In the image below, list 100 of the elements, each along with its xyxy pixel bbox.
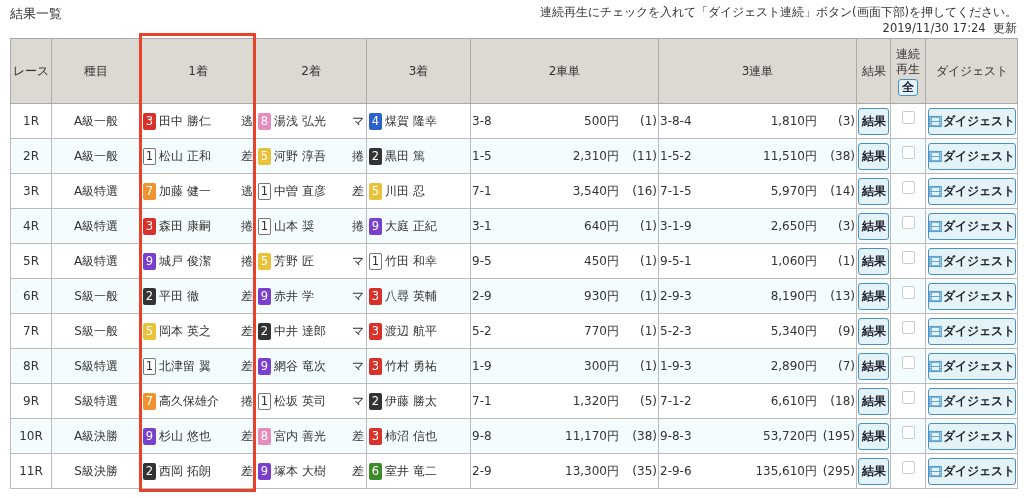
column-header: 種目 [51, 38, 141, 104]
checkbox[interactable] [901, 286, 915, 299]
event-cell: S級一般 [51, 278, 141, 314]
payout-text: 640円 [584, 217, 619, 235]
checkbox[interactable] [901, 426, 915, 439]
column-header: 2車単 [470, 38, 659, 104]
combination-text: 9-5 [472, 254, 493, 268]
bracket-badge: 1 [258, 392, 271, 410]
popularity-text: (18) [829, 394, 855, 408]
digest-button[interactable]: ダイジェスト [927, 317, 1016, 345]
bracket-badge: 9 [258, 287, 271, 305]
popularity-text: (5) [639, 394, 657, 408]
checkbox[interactable] [901, 321, 915, 334]
payout-text: 3,540円 [572, 182, 619, 200]
digest-button[interactable]: ダイジェスト [927, 107, 1016, 135]
result-button[interactable]: 結果 [858, 212, 889, 240]
event-cell: A級特選 [51, 208, 141, 244]
rider-name: 八尋 英輔 [385, 287, 438, 305]
checkbox[interactable] [901, 391, 915, 404]
checkbox[interactable] [901, 356, 915, 369]
bracket-badge: 9 [143, 427, 156, 445]
result-button[interactable]: 結果 [858, 352, 889, 380]
result-button[interactable]: 結果 [858, 387, 889, 415]
digest-button[interactable]: ダイジェスト [927, 387, 1016, 415]
payout-text: 1,320円 [572, 392, 619, 410]
popularity-text: (1) [837, 254, 855, 268]
bracket-badge: 4 [369, 112, 382, 130]
tactic-text: 差 [241, 287, 253, 305]
combination-text: 2-9-6 [660, 464, 693, 478]
checkbox[interactable] [901, 251, 915, 264]
bracket-badge: 1 [258, 182, 271, 200]
digest-button[interactable]: ダイジェスト [927, 282, 1016, 310]
column-header: 2着 [255, 38, 367, 104]
digest-button[interactable]: ダイジェスト [927, 177, 1016, 205]
tactic-text: マ [352, 112, 364, 130]
combination-text: 2-9-3 [660, 289, 693, 303]
digest-button[interactable]: ダイジェスト [927, 142, 1016, 170]
digest-button[interactable]: ダイジェスト [927, 247, 1016, 275]
instruction-text: 連続再生にチェックを入れて「ダイジェスト連続」ボタン(画面下部)を押してください。 [540, 4, 1017, 20]
column-header: 結果 [856, 38, 891, 104]
digest-button[interactable]: ダイジェスト [927, 422, 1016, 450]
tactic-text: マ [352, 357, 364, 375]
result-button[interactable]: 結果 [858, 107, 889, 135]
result-button[interactable]: 結果 [858, 247, 889, 275]
film-icon [928, 149, 942, 163]
payout-text: 5,340円 [770, 322, 817, 340]
column-header: ダイジェスト [925, 38, 1018, 104]
popularity-text: (1) [639, 254, 657, 268]
bracket-badge: 7 [143, 182, 156, 200]
combination-text: 3-8-4 [660, 114, 693, 128]
digest-button[interactable]: ダイジェスト [927, 212, 1016, 240]
popularity-text: (38) [631, 429, 657, 443]
combination-text: 5-2-3 [660, 324, 693, 338]
result-button[interactable]: 結果 [858, 317, 889, 345]
combination-text: 1-5-2 [660, 149, 693, 163]
result-button[interactable]: 結果 [858, 457, 889, 485]
race-cell: 7R [10, 313, 52, 349]
race-cell: 2R [10, 138, 52, 174]
rider-name: 杉山 悠也 [159, 427, 212, 445]
payout-text: 930円 [584, 287, 619, 305]
result-button[interactable]: 結果 [858, 422, 889, 450]
bracket-badge: 1 [369, 252, 382, 270]
checkbox[interactable] [901, 216, 915, 229]
bracket-badge: 8 [258, 112, 271, 130]
digest-button[interactable]: ダイジェスト [927, 457, 1016, 485]
bracket-badge: 1 [143, 147, 156, 165]
bracket-badge: 2 [258, 322, 271, 340]
result-button[interactable]: 結果 [858, 177, 889, 205]
result-button[interactable]: 結果 [858, 142, 889, 170]
popularity-text: (1) [639, 289, 657, 303]
rider-name: 西岡 拓朗 [159, 462, 212, 480]
popularity-text: (1) [639, 219, 657, 233]
digest-button[interactable]: ダイジェスト [927, 352, 1016, 380]
rider-name: 赤井 学 [274, 287, 315, 305]
checkbox[interactable] [901, 181, 915, 194]
tactic-text: 捲 [241, 252, 253, 270]
bracket-badge: 5 [369, 182, 382, 200]
rider-name: 加藤 健一 [159, 182, 212, 200]
tactic-text: 捲 [352, 147, 364, 165]
rider-name: 竹田 和幸 [385, 252, 438, 270]
column-header: レース [10, 38, 52, 104]
column-header: 1着 [140, 38, 256, 104]
rider-name: 河野 淳吾 [274, 147, 327, 165]
payout-text: 300円 [584, 357, 619, 375]
race-cell: 5R [10, 243, 52, 279]
bracket-badge: 9 [143, 252, 156, 270]
popularity-text: (1) [639, 114, 657, 128]
select-all-button[interactable]: 全 [898, 78, 918, 96]
combination-text: 7-1 [472, 394, 493, 408]
checkbox[interactable] [901, 146, 915, 159]
checkbox[interactable] [901, 461, 915, 474]
tactic-text: 差 [241, 462, 253, 480]
tactic-text: 捲 [352, 217, 364, 235]
column-header-label: 連続再生 [896, 46, 920, 77]
popularity-text: (195) [821, 429, 855, 443]
tactic-text: 差 [241, 427, 253, 445]
tactic-text: 捲 [241, 392, 253, 410]
checkbox[interactable] [901, 111, 915, 124]
popularity-text: (11) [631, 149, 657, 163]
result-button[interactable]: 結果 [858, 282, 889, 310]
